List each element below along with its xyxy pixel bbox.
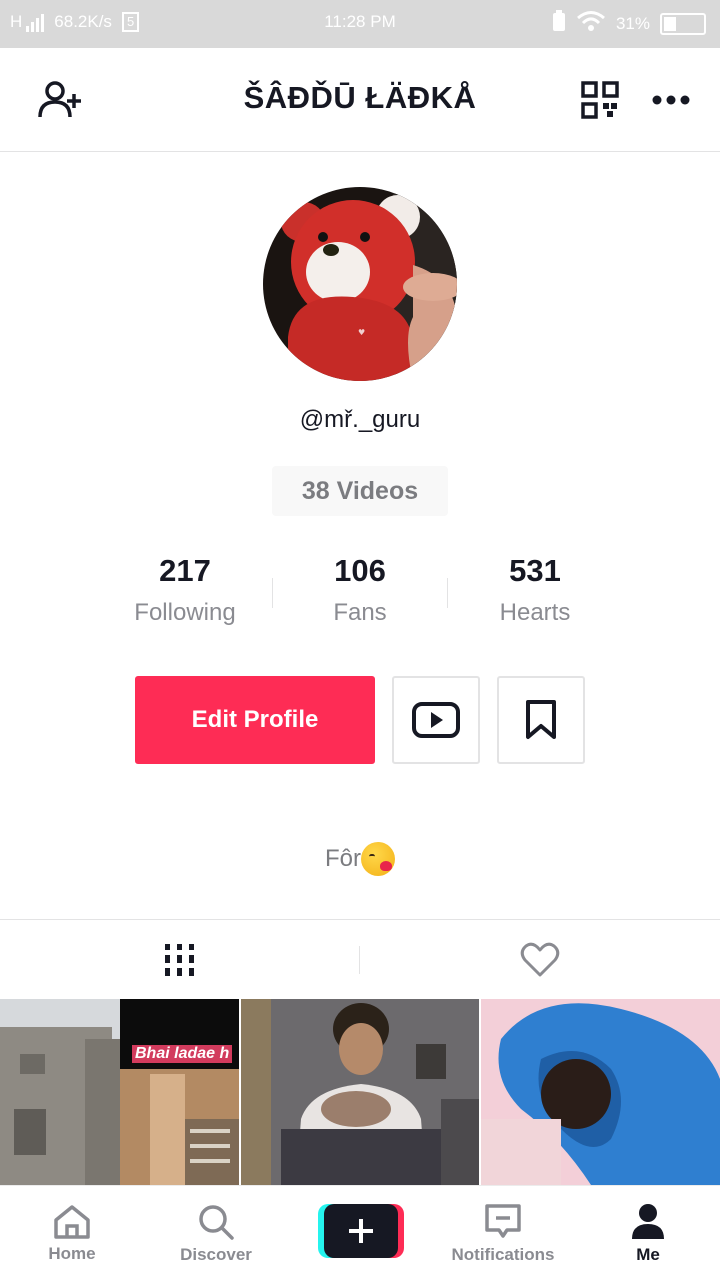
person-icon <box>632 1203 664 1239</box>
nav-notifications-label: Notifications <box>451 1244 555 1264</box>
svg-text:♥: ♥ <box>358 328 365 337</box>
youtube-icon <box>412 702 460 738</box>
stat-following[interactable]: 217 Following <box>97 548 273 632</box>
username: @mř._guru <box>299 406 421 433</box>
following-label: Following <box>134 599 236 626</box>
teddy-bear-photo: ♥ <box>263 187 457 381</box>
qr-code-icon <box>581 81 619 119</box>
video-thumbnail[interactable] <box>481 999 720 1185</box>
video-thumbnail-image <box>481 999 720 1185</box>
battery-percent: 31% <box>615 13 650 33</box>
nav-home-label: Home <box>48 1243 96 1263</box>
heart-icon <box>520 942 560 977</box>
video-thumbnail-image <box>240 999 480 1185</box>
nav-me-label: Me <box>636 1244 660 1264</box>
battery-saver-icon <box>552 10 566 37</box>
battery-icon <box>660 12 706 35</box>
more-options-button[interactable] <box>647 76 695 124</box>
grid-icon <box>165 944 194 976</box>
stat-hearts[interactable]: 531 Hearts <box>447 548 623 632</box>
bio-text: Fôr <box>325 845 361 872</box>
video-thumbnail-image <box>0 999 239 1185</box>
nav-me[interactable]: Me <box>576 1186 720 1280</box>
fans-label: Fans <box>333 599 387 626</box>
favorites-button[interactable] <box>497 676 585 764</box>
bottom-navigation: Home Discover Notifications Me <box>0 1185 720 1280</box>
tab-liked[interactable] <box>360 920 720 1000</box>
videos-count-button[interactable]: 38 Videos <box>272 466 448 516</box>
plus-icon <box>349 1219 373 1243</box>
profile-stats: 217 Following 106 Fans 531 Hearts <box>0 548 720 638</box>
profile-header: ŠÂĐĎŪ ŁÄĐKÅ <box>0 48 720 152</box>
fans-count: 106 <box>334 553 386 588</box>
edit-profile-button[interactable]: Edit Profile <box>135 676 375 764</box>
bookmark-icon <box>526 700 556 739</box>
video-thumbnail[interactable]: Bhai ladae h <box>0 999 239 1185</box>
video-thumbnail[interactable] <box>240 999 480 1185</box>
following-count: 217 <box>159 553 211 588</box>
youtube-link-button[interactable] <box>392 676 480 764</box>
hearts-label: Hearts <box>499 599 571 626</box>
stat-fans[interactable]: 106 Fans <box>272 548 448 632</box>
hearts-count: 531 <box>509 553 561 588</box>
tab-videos[interactable] <box>0 920 360 1000</box>
wifi-icon <box>576 10 606 37</box>
nav-home[interactable]: Home <box>0 1186 144 1280</box>
content-tabs <box>0 919 720 999</box>
thumbnail-caption: Bhai ladae h <box>132 1045 233 1063</box>
more-dots-icon <box>652 95 690 105</box>
profile-bio: Fôr <box>0 842 720 876</box>
create-video-button[interactable] <box>318 1204 404 1258</box>
message-icon <box>485 1203 521 1238</box>
nav-discover[interactable]: Discover <box>144 1186 288 1280</box>
status-right: 31% <box>552 10 706 37</box>
video-grid: Bhai ladae h <box>0 999 720 1185</box>
home-icon <box>54 1204 90 1239</box>
kissing-face-emoji-icon <box>361 842 395 876</box>
avatar[interactable]: ♥ <box>263 187 457 381</box>
search-icon <box>199 1204 234 1240</box>
nav-discover-label: Discover <box>180 1244 252 1264</box>
qr-code-button[interactable] <box>576 76 624 124</box>
nav-notifications[interactable]: Notifications <box>431 1186 575 1280</box>
status-bar: H 68.2K/s 5 11:28 PM 31% <box>0 0 720 48</box>
